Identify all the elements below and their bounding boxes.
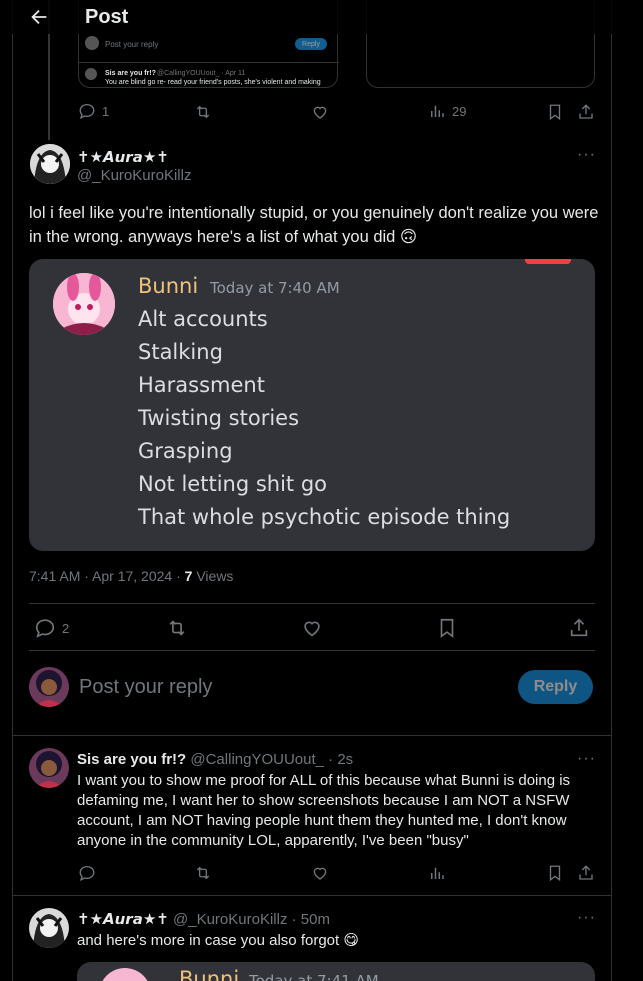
reply-header: ✝★𝘼𝙪𝙧𝙖★✝ @_KuroKuroKillz · 50m (77, 910, 330, 928)
views-icon[interactable] (428, 864, 446, 882)
avatar[interactable] (29, 748, 69, 788)
stub-reply-placeholder: Post your reply (105, 40, 159, 49)
views-action[interactable]: 29 (428, 102, 466, 120)
discord-avatar (53, 273, 115, 335)
discord-time: Today at 7:41 AM (249, 972, 379, 981)
avatar[interactable] (29, 667, 69, 707)
reply-action[interactable]: 1 (78, 102, 109, 120)
reply-icon (34, 617, 56, 639)
avatar-art-icon (29, 667, 69, 707)
more-options-icon[interactable]: ··· (577, 146, 596, 164)
post-text: lol i feel like you're intentionally stu… (29, 204, 599, 246)
avatar-art-icon (29, 908, 69, 948)
bookmark-icon[interactable] (436, 617, 458, 639)
like-icon[interactable] (301, 617, 323, 639)
reply-text: I want you to show me proof for ALL of t… (77, 772, 571, 849)
discord-line: Harassment (138, 373, 265, 397)
reply-count: 2 (62, 620, 70, 636)
reply-author-name[interactable]: Sis are you fr!? (77, 751, 186, 768)
reply-author-name[interactable]: ✝★𝘼𝙪𝙧𝙖★✝ (77, 911, 169, 928)
discord-line: Stalking (138, 340, 223, 364)
avatar-art-icon (29, 748, 69, 788)
repost-icon[interactable] (194, 864, 212, 882)
reply-text: and here's more in case you also forgot … (77, 932, 359, 949)
repost-icon[interactable] (194, 103, 212, 121)
like-icon[interactable] (311, 103, 329, 121)
post-author-handle[interactable]: @_KuroKuroKillz (77, 167, 191, 184)
bookmark-icon[interactable] (546, 864, 564, 882)
more-options-icon[interactable]: ··· (577, 750, 596, 768)
repost-icon[interactable] (166, 617, 188, 639)
avatar[interactable] (30, 144, 70, 184)
discord-author: Bunni (138, 274, 199, 298)
post-image[interactable]: Bunni Today at 7:40 AM Alt accounts Stal… (29, 259, 595, 551)
like-icon[interactable] (311, 864, 329, 882)
back-arrow-icon[interactable] (28, 6, 50, 28)
avatar (85, 68, 97, 80)
notification-bar (525, 259, 571, 264)
share-icon[interactable] (577, 103, 595, 121)
bunny-avatar-icon (53, 273, 115, 335)
share-icon[interactable] (568, 617, 590, 639)
discord-line: Not letting shit go (138, 472, 328, 496)
discord-line: Twisting stories (138, 406, 300, 430)
top-bar: Post (0, 0, 643, 34)
share-icon[interactable] (577, 864, 595, 882)
views-count: 29 (452, 103, 467, 119)
reply-author-handle[interactable]: @_KuroKuroKillz (173, 911, 287, 928)
discord-line: Alt accounts (138, 307, 268, 331)
reply-author-handle[interactable]: @CallingYOUUout_ (190, 751, 324, 768)
stub-quoted-text: You are blind go re- read your friend's … (105, 79, 321, 86)
stub-reply-button: Reply (295, 38, 327, 50)
reply-action[interactable]: 2 (34, 617, 69, 639)
discord-line: Grasping (138, 439, 233, 463)
reply-button[interactable]: Reply (518, 670, 593, 704)
discord-time: Today at 7:40 AM (210, 279, 340, 297)
post-timestamp[interactable]: 7:41 AM · Apr 17, 2024 · (29, 568, 185, 584)
views-icon (428, 102, 446, 120)
reply-header: Sis are you fr!? @CallingYOUUout_ · 2s (77, 751, 353, 768)
discord-avatar (99, 968, 151, 981)
avatar-art-icon (30, 144, 70, 184)
reply-input[interactable]: Post your reply (79, 676, 212, 699)
stub-quoted-handle: @CallingYOUUout_ · Apr 11 (157, 70, 246, 77)
reply-icon[interactable] (78, 864, 96, 882)
discord-line: That whole psychotic episode thing (138, 505, 511, 529)
post-meta: 7:41 AM · Apr 17, 2024 · 7 Views (29, 568, 233, 584)
avatar[interactable] (29, 908, 69, 948)
page-title: Post (85, 6, 129, 28)
avatar (85, 36, 99, 50)
post-author-name[interactable]: ✝★𝘼𝙪𝙧𝙖★✝ (77, 148, 169, 166)
stub-quoted-name: Sis are you fr!? (105, 70, 156, 77)
bookmark-icon[interactable] (546, 103, 564, 121)
reply-count: 1 (102, 103, 110, 119)
views-label: Views (192, 568, 234, 584)
more-options-icon[interactable]: ··· (577, 909, 596, 927)
discord-author: Bunni (179, 967, 240, 981)
reply-image[interactable]: Bunni Today at 7:41 AM (77, 962, 595, 981)
reply-icon (78, 102, 96, 120)
reply-time[interactable]: · 2s (328, 751, 353, 768)
reply-time[interactable]: · 50m (292, 911, 330, 928)
